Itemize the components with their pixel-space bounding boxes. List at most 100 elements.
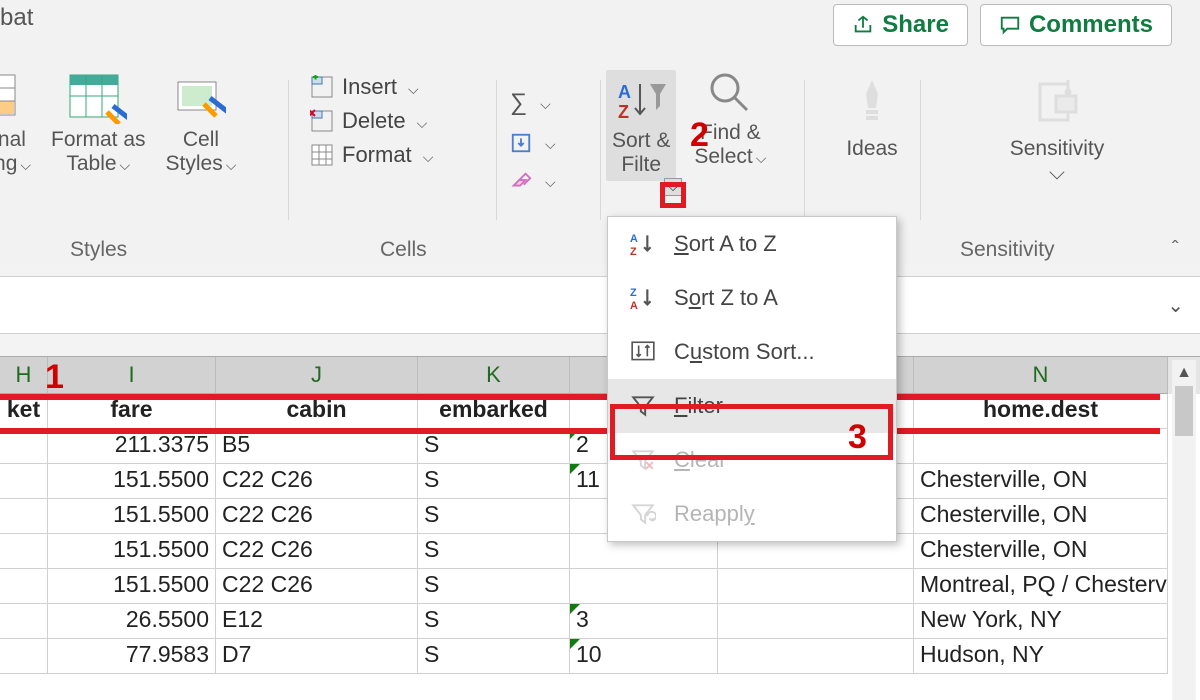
comment-icon bbox=[999, 14, 1021, 36]
hdr-cabin[interactable]: cabin bbox=[216, 394, 418, 429]
hdr-homedest[interactable]: home.dest bbox=[914, 394, 1168, 429]
table-row[interactable]: 77.9583D7S10 Hudson, NY bbox=[0, 639, 1200, 674]
cell[interactable]: S bbox=[418, 534, 570, 569]
table-row[interactable]: 151.5500C22 C26S11Chesterville, ON bbox=[0, 464, 1200, 499]
sort-filter-dropdown[interactable]: ⌵ bbox=[664, 178, 682, 196]
cell[interactable]: S bbox=[418, 639, 570, 674]
cell[interactable] bbox=[718, 569, 914, 604]
cell[interactable]: 211.3375 bbox=[48, 429, 216, 464]
clear-filter-icon bbox=[630, 447, 656, 473]
cell[interactable]: Chesterville, ON bbox=[914, 499, 1168, 534]
scroll-up-button[interactable]: ▲ bbox=[1172, 360, 1196, 382]
cell[interactable]: 151.5500 bbox=[48, 464, 216, 499]
cell[interactable]: C22 C26 bbox=[216, 464, 418, 499]
vertical-scrollbar[interactable]: ▲ bbox=[1172, 360, 1196, 700]
menu-custom-sort[interactable]: Custom Sort... bbox=[608, 325, 896, 379]
insert-icon bbox=[310, 75, 334, 99]
cell[interactable]: C22 C26 bbox=[216, 534, 418, 569]
cell[interactable]: S bbox=[418, 604, 570, 639]
table-row[interactable]: 151.5500C22 C26S Chesterville, ON bbox=[0, 534, 1200, 569]
cell[interactable] bbox=[570, 569, 718, 604]
annotation-2: 2 bbox=[690, 116, 709, 155]
cell[interactable]: D7 bbox=[216, 639, 418, 674]
eraser-icon bbox=[510, 170, 532, 192]
sort-za-icon: ZA bbox=[630, 285, 656, 311]
cell[interactable] bbox=[0, 569, 48, 604]
column-headers[interactable]: H I J K L M N bbox=[0, 356, 1200, 394]
cell[interactable]: S bbox=[418, 569, 570, 604]
cell[interactable]: Chesterville, ON bbox=[914, 464, 1168, 499]
cell[interactable]: E12 bbox=[216, 604, 418, 639]
reapply-icon bbox=[630, 501, 656, 527]
format-button[interactable]: Format bbox=[310, 138, 510, 172]
cell[interactable]: C22 C26 bbox=[216, 499, 418, 534]
cell[interactable] bbox=[0, 639, 48, 674]
cell[interactable] bbox=[718, 639, 914, 674]
col-k[interactable]: K bbox=[418, 357, 570, 394]
cell[interactable]: S bbox=[418, 464, 570, 499]
cell[interactable]: Montreal, PQ / Chesterville, ON bbox=[914, 569, 1168, 604]
formula-bar-expand[interactable]: ⌄ bbox=[1167, 293, 1184, 318]
cell[interactable]: 151.5500 bbox=[48, 534, 216, 569]
cell[interactable]: 26.5500 bbox=[48, 604, 216, 639]
cell[interactable]: 151.5500 bbox=[48, 499, 216, 534]
comments-button[interactable]: Comments bbox=[980, 4, 1172, 46]
hdr-fare[interactable]: fare bbox=[48, 394, 216, 429]
sort-filter-button[interactable]: AZ Sort & Filte ⌵ bbox=[606, 70, 676, 181]
fill-button[interactable] bbox=[510, 124, 592, 162]
table-row[interactable]: 211.3375B5S2 bbox=[0, 429, 1200, 464]
scroll-thumb[interactable] bbox=[1175, 386, 1193, 436]
formula-bar[interactable]: ⌄ bbox=[0, 276, 1200, 334]
col-i[interactable]: I bbox=[48, 357, 216, 394]
sensitivity-button[interactable]: Sensitivity ⌵ bbox=[932, 78, 1182, 185]
ideas-button[interactable]: Ideas bbox=[822, 78, 922, 161]
cell[interactable]: S bbox=[418, 499, 570, 534]
annotation-1: 1 bbox=[45, 358, 64, 397]
format-as-table-icon bbox=[69, 74, 127, 124]
cell[interactable]: B5 bbox=[216, 429, 418, 464]
collapse-ribbon-button[interactable]: ＾ bbox=[1164, 236, 1186, 268]
cell[interactable]: New York, NY bbox=[914, 604, 1168, 639]
cell[interactable] bbox=[0, 429, 48, 464]
table-row[interactable]: 26.5500E12S3 New York, NY bbox=[0, 604, 1200, 639]
filter-icon bbox=[630, 393, 656, 419]
cell[interactable] bbox=[914, 429, 1168, 464]
cell[interactable]: Hudson, NY bbox=[914, 639, 1168, 674]
cell[interactable] bbox=[0, 464, 48, 499]
cell[interactable]: 77.9583 bbox=[48, 639, 216, 674]
cell[interactable]: 3 bbox=[570, 604, 718, 639]
col-n[interactable]: N bbox=[914, 357, 1168, 394]
col-h[interactable]: H bbox=[0, 357, 48, 394]
cell[interactable]: 151.5500 bbox=[48, 569, 216, 604]
cell[interactable]: Chesterville, ON bbox=[914, 534, 1168, 569]
hdr-ticket[interactable]: ket bbox=[0, 394, 48, 429]
menu-sort-za[interactable]: ZA Sort Z to A bbox=[608, 271, 896, 325]
cell[interactable] bbox=[718, 604, 914, 639]
autosum-button[interactable]: ∑ bbox=[510, 82, 592, 124]
cell[interactable]: S bbox=[418, 429, 570, 464]
insert-button[interactable]: Insert bbox=[310, 70, 510, 104]
cell[interactable]: 10 bbox=[570, 639, 718, 674]
share-button[interactable]: Share bbox=[833, 4, 968, 46]
delete-button[interactable]: Delete bbox=[310, 104, 510, 138]
col-j[interactable]: J bbox=[216, 357, 418, 394]
svg-text:Z: Z bbox=[618, 102, 629, 122]
format-as-table-button[interactable]: Format as Table bbox=[51, 74, 146, 176]
cell[interactable] bbox=[0, 499, 48, 534]
clear-button[interactable] bbox=[510, 162, 592, 200]
cell[interactable] bbox=[0, 534, 48, 569]
table-header-row[interactable]: ket fare cabin embarked bo home.dest bbox=[0, 394, 1200, 429]
cell[interactable] bbox=[0, 604, 48, 639]
table-row[interactable]: 151.5500C22 C26S Montreal, PQ / Chestervi… bbox=[0, 569, 1200, 604]
editing-group: ∑ bbox=[510, 82, 592, 200]
cell-styles-button[interactable]: Cell Styles bbox=[166, 74, 237, 176]
table-row[interactable]: 151.5500C22 C26S Chesterville, ON bbox=[0, 499, 1200, 534]
hdr-embarked[interactable]: embarked bbox=[418, 394, 570, 429]
conditional-formatting-button[interactable]: itional atting bbox=[0, 74, 31, 176]
menu-sort-az[interactable]: AZ Sort A to Z bbox=[608, 217, 896, 271]
svg-text:A: A bbox=[618, 82, 631, 102]
custom-sort-icon bbox=[630, 339, 656, 365]
cell[interactable]: C22 C26 bbox=[216, 569, 418, 604]
conditional-formatting-icon bbox=[0, 74, 28, 124]
spreadsheet-grid[interactable]: H I J K L M N ket fare cabin embarked bo… bbox=[0, 356, 1200, 700]
